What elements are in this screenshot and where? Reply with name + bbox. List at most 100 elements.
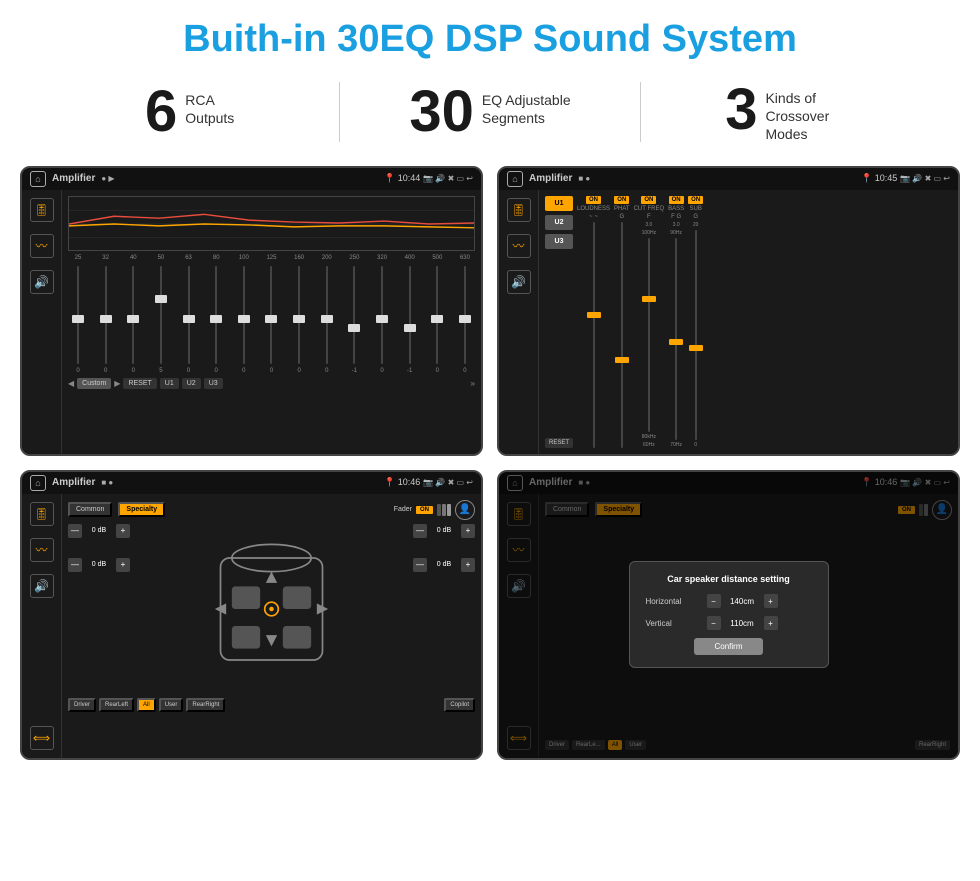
freq-630: 630 bbox=[457, 255, 473, 261]
fader-minus-1[interactable]: — bbox=[68, 524, 82, 538]
stat-rca: 6 RCAOutputs bbox=[60, 83, 319, 141]
freq-100: 100 bbox=[236, 255, 252, 261]
eq-btn-u1[interactable]: U1 bbox=[160, 378, 179, 389]
sub-label: SUB bbox=[689, 206, 701, 212]
eq-btn-reset[interactable]: RESET bbox=[123, 378, 156, 389]
dialog-vertical-minus[interactable]: − bbox=[707, 616, 721, 630]
fader-btn-user[interactable]: User bbox=[159, 698, 184, 712]
stat-rca-label: RCAOutputs bbox=[185, 83, 234, 127]
fader-plus-2[interactable]: + bbox=[116, 558, 130, 572]
eq-icon-1[interactable]: 🎚 bbox=[30, 198, 54, 222]
eq-status-dot: ● ▶ bbox=[101, 174, 114, 183]
fader-on-badge[interactable]: ON bbox=[416, 506, 433, 514]
eq-slider-15[interactable]: 0 bbox=[457, 264, 473, 374]
freq-400: 400 bbox=[402, 255, 418, 261]
fader-plus-3[interactable]: + bbox=[461, 524, 475, 538]
eq-next-arrow[interactable]: ▶ bbox=[114, 379, 120, 388]
confirm-button[interactable]: Confirm bbox=[694, 638, 762, 655]
fader-btn-driver[interactable]: Driver bbox=[68, 698, 96, 712]
eq-icon-3[interactable]: 🔊 bbox=[30, 270, 54, 294]
stat-divider-2 bbox=[640, 82, 641, 142]
cutfreq-on-badge[interactable]: ON bbox=[641, 196, 656, 204]
freq-50: 50 bbox=[153, 255, 169, 261]
fader-minus-2[interactable]: — bbox=[68, 558, 82, 572]
fader-icon-1[interactable]: 🎚 bbox=[30, 502, 54, 526]
home-icon[interactable] bbox=[30, 171, 46, 187]
fader-db-row-2: — 0 dB + bbox=[68, 558, 143, 572]
bass-on-badge[interactable]: ON bbox=[669, 196, 684, 204]
fader-header-row: Common Specialty Fader ON 👤 bbox=[68, 500, 475, 520]
eq-btn-custom[interactable]: Custom bbox=[77, 378, 111, 389]
fader-plus-1[interactable]: + bbox=[116, 524, 130, 538]
crossover-home-icon[interactable] bbox=[507, 171, 523, 187]
crossover-icon-1[interactable]: 🎚 bbox=[507, 198, 531, 222]
eq-icon-2[interactable]: 〰 bbox=[30, 234, 54, 258]
fader-minus-4[interactable]: — bbox=[413, 558, 427, 572]
eq-main-area: 25 32 40 50 63 80 100 125 160 200 250 32… bbox=[62, 190, 481, 454]
stats-row: 6 RCAOutputs 30 EQ AdjustableSegments 3 … bbox=[0, 71, 980, 158]
fader-btn-rearright[interactable]: RearRight bbox=[186, 698, 225, 712]
eq-expand-icon[interactable]: » bbox=[471, 379, 475, 388]
fader-home-icon[interactable] bbox=[30, 475, 46, 491]
freq-160: 160 bbox=[291, 255, 307, 261]
crossover-screen-title: Amplifier bbox=[529, 173, 572, 184]
fader-btn-all[interactable]: All bbox=[137, 698, 156, 712]
fader-plus-4[interactable]: + bbox=[461, 558, 475, 572]
loudness-on-badge[interactable]: ON bbox=[586, 196, 601, 204]
eq-slider-4[interactable]: 5 bbox=[153, 264, 169, 374]
fader-minus-3[interactable]: — bbox=[413, 524, 427, 538]
dialog-vertical-stepper: − 110cm + bbox=[707, 616, 778, 630]
eq-slider-3[interactable]: 0 bbox=[125, 264, 141, 374]
dialog-row-vertical: Vertical − 110cm + bbox=[646, 616, 812, 630]
eq-slider-8[interactable]: 0 bbox=[263, 264, 279, 374]
preset-u1[interactable]: U1 bbox=[545, 196, 573, 211]
eq-slider-9[interactable]: 0 bbox=[291, 264, 307, 374]
eq-slider-5[interactable]: 0 bbox=[181, 264, 197, 374]
fader-screen: Amplifier ■ ● 📍 10:46 📷 🔊 ✖ ▭ ↩ 🎚 〰 🔊 ⟺ … bbox=[20, 470, 483, 760]
eq-slider-14[interactable]: 0 bbox=[429, 264, 445, 374]
eq-icons: 📷 🔊 ✖ ▭ ↩ bbox=[423, 174, 473, 183]
preset-u3[interactable]: U3 bbox=[545, 234, 573, 249]
crossover-reset-btn[interactable]: RESET bbox=[545, 438, 573, 448]
eq-btn-u2[interactable]: U2 bbox=[182, 378, 201, 389]
dialog-horizontal-plus[interactable]: + bbox=[764, 594, 778, 608]
eq-slider-2[interactable]: 0 bbox=[98, 264, 114, 374]
crossover-icon-2[interactable]: 〰 bbox=[507, 234, 531, 258]
fader-icon-2[interactable]: 〰 bbox=[30, 538, 54, 562]
eq-slider-12[interactable]: 0 bbox=[374, 264, 390, 374]
eq-slider-7[interactable]: 0 bbox=[236, 264, 252, 374]
screens-grid: Amplifier ● ▶ 📍 10:44 📷 🔊 ✖ ▭ ↩ 🎚 〰 🔊 bbox=[0, 158, 980, 770]
fader-icon-3[interactable]: 🔊 bbox=[30, 574, 54, 598]
eq-slider-1[interactable]: 0 bbox=[70, 264, 86, 374]
bass-label: BASS bbox=[668, 206, 684, 212]
fader-icon-4[interactable]: ⟺ bbox=[30, 726, 54, 750]
eq-prev-arrow[interactable]: ◀ bbox=[68, 379, 74, 388]
sub-on-badge[interactable]: ON bbox=[688, 196, 703, 204]
crossover-status-bar: Amplifier ■ ● 📍 10:45 📷 🔊 ✖ ▭ ↩ bbox=[499, 168, 958, 190]
fader-tab-common[interactable]: Common bbox=[68, 502, 112, 517]
eq-btn-u3[interactable]: U3 bbox=[204, 378, 223, 389]
crossover-main-area: U1 U2 U3 RESET ON LOUDNESS ~ ~ bbox=[539, 190, 958, 454]
stat-crossover-label: Kinds ofCrossover Modes bbox=[765, 81, 855, 144]
fader-label: Fader bbox=[394, 506, 412, 513]
crossover-loudness: ON LOUDNESS ~ ~ bbox=[577, 196, 610, 448]
eq-sliders[interactable]: 0 0 0 5 0 bbox=[68, 264, 475, 374]
fader-person-icon[interactable]: 👤 bbox=[455, 500, 475, 520]
eq-slider-13[interactable]: -1 bbox=[402, 264, 418, 374]
eq-slider-10[interactable]: 0 bbox=[319, 264, 335, 374]
fader-btn-rearleft[interactable]: RearLeft bbox=[99, 698, 134, 712]
crossover-icon-3[interactable]: 🔊 bbox=[507, 270, 531, 294]
fader-tab-specialty[interactable]: Specialty bbox=[118, 502, 165, 517]
dialog-vertical-plus[interactable]: + bbox=[764, 616, 778, 630]
preset-u2[interactable]: U2 bbox=[545, 215, 573, 230]
dialog-horizontal-minus[interactable]: − bbox=[707, 594, 721, 608]
eq-status-icons: 📍 10:44 📷 🔊 ✖ ▭ ↩ bbox=[384, 173, 473, 184]
dialog-horizontal-label: Horizontal bbox=[646, 597, 701, 606]
fader-btn-copilot[interactable]: Copilot bbox=[444, 698, 475, 712]
eq-slider-11[interactable]: -1 bbox=[346, 264, 362, 374]
phat-on-badge[interactable]: ON bbox=[614, 196, 629, 204]
fader-controls: — 0 dB + — 0 dB + bbox=[68, 524, 475, 694]
eq-slider-6[interactable]: 0 bbox=[208, 264, 224, 374]
crossover-screen: Amplifier ■ ● 📍 10:45 📷 🔊 ✖ ▭ ↩ 🎚 〰 🔊 U1… bbox=[497, 166, 960, 456]
fader-db-row-4: — 0 dB + bbox=[413, 558, 475, 572]
